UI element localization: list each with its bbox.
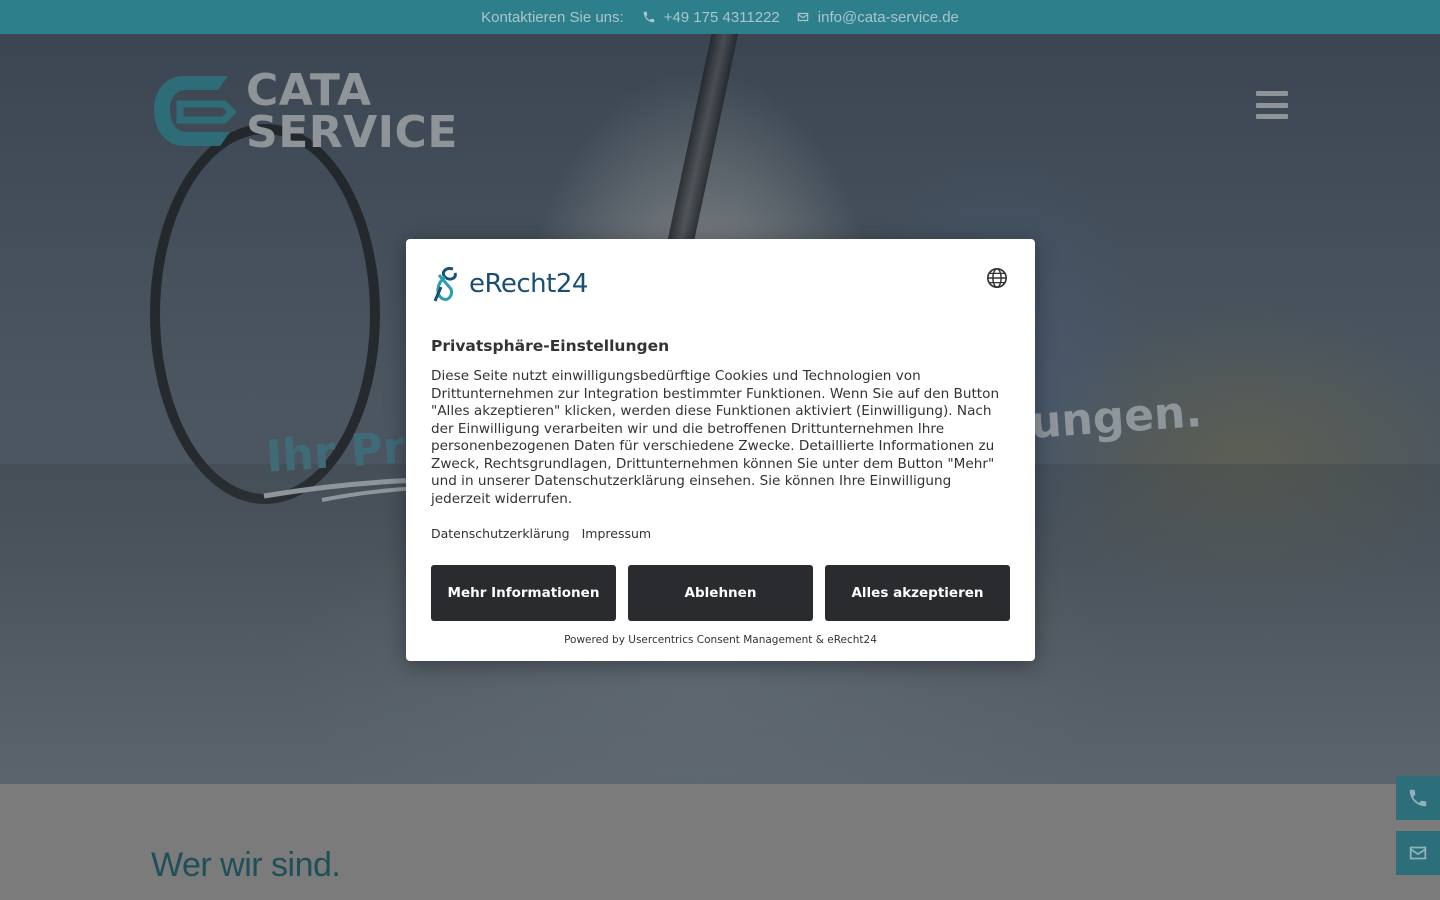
hamburger-icon[interactable]: [1256, 91, 1288, 119]
consent-links: Datenschutzerklärung Impressum: [431, 526, 651, 541]
more-info-button[interactable]: Mehr Informationen: [431, 565, 616, 621]
logo-mark-icon: [154, 75, 236, 146]
hero-title-end: ungen.: [1028, 386, 1204, 449]
envelope-icon: [1409, 846, 1427, 860]
topbar-phone-link[interactable]: +49 175 4311222: [642, 9, 780, 26]
consent-title: Privatsphäre-Einstellungen: [431, 337, 670, 355]
site-logo[interactable]: CATA SERVICE: [150, 64, 460, 158]
privacy-policy-link[interactable]: Datenschutzerklärung: [431, 526, 570, 541]
contact-label: Kontaktieren Sie uns:: [481, 8, 624, 26]
topbar-phone-text: +49 175 4311222: [663, 8, 780, 26]
floating-email-button[interactable]: [1396, 831, 1440, 875]
topbar-email-text: info@cata-service.de: [817, 8, 959, 26]
phone-icon: [1409, 789, 1427, 807]
about-heading: Wer wir sind.: [151, 846, 341, 884]
consent-dialog: eRecht24 Privatsphäre-Einstellungen Dies…: [406, 239, 1035, 661]
phone-icon: [643, 11, 654, 23]
consent-brand-logo: eRecht24: [431, 265, 588, 303]
logo-text-line2: SERVICE: [246, 106, 458, 158]
about-section: Wer wir sind.: [0, 784, 1440, 900]
consent-buttons: Mehr Informationen Ablehnen Alles akzept…: [431, 565, 1010, 621]
consent-description: Diese Seite nutzt einwilligungsbedürftig…: [431, 368, 1000, 507]
logo-text-line1: CATA: [246, 64, 372, 116]
hero-underline-swoosh: [263, 477, 421, 502]
imprint-link[interactable]: Impressum: [582, 526, 651, 541]
accept-all-button[interactable]: Alles akzeptieren: [825, 565, 1010, 621]
reject-button[interactable]: Ablehnen: [628, 565, 813, 621]
erecht24-logo-icon: [433, 267, 457, 302]
powered-by-text: Powered by Usercentrics Consent Manageme…: [564, 634, 877, 646]
globe-icon[interactable]: [986, 267, 1008, 289]
consent-brand-name: eRecht24: [469, 269, 588, 299]
topbar-email-link[interactable]: info@cata-service.de: [796, 9, 959, 26]
floating-phone-button[interactable]: [1396, 776, 1440, 820]
envelope-icon: [797, 12, 809, 22]
contact-topbar: Kontaktieren Sie uns: +49 175 4311222 in…: [0, 0, 1440, 34]
